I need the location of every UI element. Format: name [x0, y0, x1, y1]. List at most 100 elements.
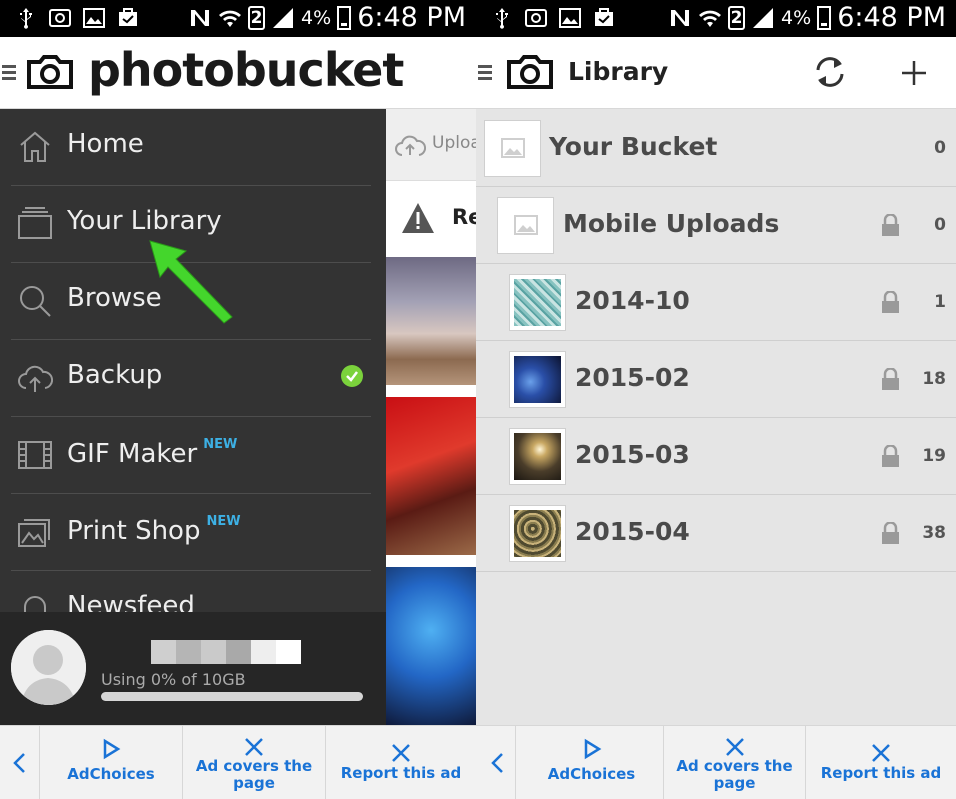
usb-icon	[20, 8, 32, 29]
warning-icon	[402, 203, 434, 233]
warning-label: Re	[452, 205, 476, 229]
report-ad-button[interactable]: Report this ad	[806, 726, 956, 799]
chevron-left-icon	[491, 753, 503, 773]
photo-thumbnail[interactable]	[386, 567, 476, 725]
album-thumbnail	[509, 274, 566, 331]
image-placeholder-icon	[514, 215, 538, 235]
album-count: 19	[922, 446, 946, 466]
lock-icon	[882, 214, 899, 236]
lock-icon	[882, 445, 899, 467]
sim-indicator: 2	[728, 5, 746, 30]
album-count: 0	[934, 138, 946, 158]
username-redacted	[101, 640, 301, 664]
close-icon	[872, 744, 890, 762]
close-icon	[245, 738, 263, 756]
battery-icon	[337, 5, 352, 30]
ad-covers-page-button[interactable]: Ad covers the page	[183, 726, 326, 799]
photo-thumbnail	[514, 510, 561, 557]
library-row-your-bucket[interactable]: Your Bucket 0	[476, 110, 956, 187]
ad-bar: AdChoices Ad covers the page Report this…	[0, 725, 476, 799]
album-count: 18	[922, 369, 946, 389]
storage-usage-bar	[101, 692, 363, 701]
nfc-icon	[671, 9, 690, 26]
ad-back-button[interactable]	[0, 726, 40, 799]
drawer-item-print-shop[interactable]: Print Shop NEW	[11, 494, 371, 571]
adchoices-button[interactable]: AdChoices	[520, 726, 664, 799]
drawer-item-label: Your Library	[67, 206, 222, 236]
upload-bar[interactable]: Uploa	[386, 109, 476, 181]
app-bar: Library	[476, 37, 956, 109]
library-icon	[18, 207, 52, 239]
main-content-peek: Uploa Re	[386, 109, 476, 725]
menu-icon[interactable]	[478, 65, 492, 83]
report-ad-label: Report this ad	[820, 764, 942, 782]
ad-covers-label-line1: Ad covers the	[195, 757, 313, 775]
library-row-2015-02[interactable]: 2015-02 18	[476, 341, 956, 418]
person-silhouette-icon	[11, 630, 86, 705]
app-logo-text: photobucket	[88, 43, 404, 97]
gallery-notification-icon	[83, 8, 105, 28]
drawer-item-label: Home	[67, 129, 144, 159]
task-notification-icon	[119, 8, 137, 26]
album-title: 2015-03	[575, 440, 690, 469]
report-ad-button[interactable]: Report this ad	[326, 726, 476, 799]
search-icon	[20, 286, 51, 317]
camera-notification-icon	[525, 9, 547, 27]
drawer-item-backup[interactable]: Backup	[11, 340, 371, 417]
ad-back-button[interactable]	[476, 726, 516, 799]
chevron-left-icon	[13, 753, 25, 773]
album-title: 2014-10	[575, 286, 690, 315]
new-badge: NEW	[206, 514, 241, 529]
avatar[interactable]	[11, 630, 86, 705]
backup-check-icon	[341, 365, 363, 387]
cloud-upload-icon	[18, 365, 53, 392]
photo-thumbnail	[514, 279, 561, 326]
add-icon[interactable]	[900, 59, 928, 87]
refresh-icon[interactable]	[812, 54, 848, 90]
library-row-2014-10[interactable]: 2014-10 1	[476, 264, 956, 341]
photo-thumbnail[interactable]	[386, 397, 476, 555]
task-notification-icon	[595, 8, 613, 26]
image-placeholder-icon	[501, 138, 525, 158]
signal-icon	[753, 7, 774, 28]
film-icon	[18, 441, 52, 469]
page-title: Library	[568, 57, 669, 86]
drawer-item-label: GIF Maker NEW	[67, 437, 238, 469]
album-count: 0	[934, 215, 946, 235]
library-row-2015-04[interactable]: 2015-04 38	[476, 495, 956, 572]
library-row-mobile-uploads[interactable]: Mobile Uploads 0	[476, 187, 956, 264]
drawer-item-gif-maker[interactable]: GIF Maker NEW	[11, 417, 371, 494]
adchoices-icon	[584, 738, 601, 760]
photos-icon	[18, 519, 50, 547]
album-thumbnail	[509, 428, 566, 485]
adchoices-button[interactable]: AdChoices	[40, 726, 183, 799]
close-icon	[725, 738, 744, 756]
upload-label: Uploa	[432, 133, 476, 153]
drawer-item-label: Backup	[67, 360, 163, 390]
album-count: 38	[922, 523, 946, 543]
album-thumbnail	[484, 120, 541, 177]
signal-icon	[273, 7, 294, 28]
photo-thumbnail[interactable]	[386, 257, 476, 385]
lock-icon	[882, 522, 899, 544]
annotation-arrow	[149, 240, 233, 324]
battery-percent: 4%	[301, 6, 332, 29]
drawer-item-home[interactable]: Home	[11, 109, 371, 186]
cloud-upload-icon	[395, 135, 426, 156]
album-thumbnail	[509, 351, 566, 408]
adchoices-label: AdChoices	[67, 765, 155, 783]
library-list: Your Bucket 0 Mobile Uploads 0 2014-10 1	[476, 110, 956, 725]
photo-thumbnail	[514, 433, 561, 480]
right-screen: 2 4% 6:48 PM Library Your Bucket 0 Mobil…	[476, 0, 956, 799]
ad-covers-page-button[interactable]: Ad covers the page	[664, 726, 806, 799]
app-bar: photobucket	[0, 37, 476, 109]
close-icon	[392, 744, 410, 762]
album-title: Mobile Uploads	[563, 209, 780, 238]
status-bar: 2 4% 6:48 PM	[0, 0, 476, 37]
lock-icon	[882, 291, 899, 313]
camera-notification-icon	[49, 9, 71, 27]
gallery-notification-icon	[559, 8, 581, 28]
drawer-item-label: Print Shop NEW	[67, 514, 241, 546]
library-row-2015-03[interactable]: 2015-03 19	[476, 418, 956, 495]
menu-icon[interactable]	[2, 65, 16, 83]
